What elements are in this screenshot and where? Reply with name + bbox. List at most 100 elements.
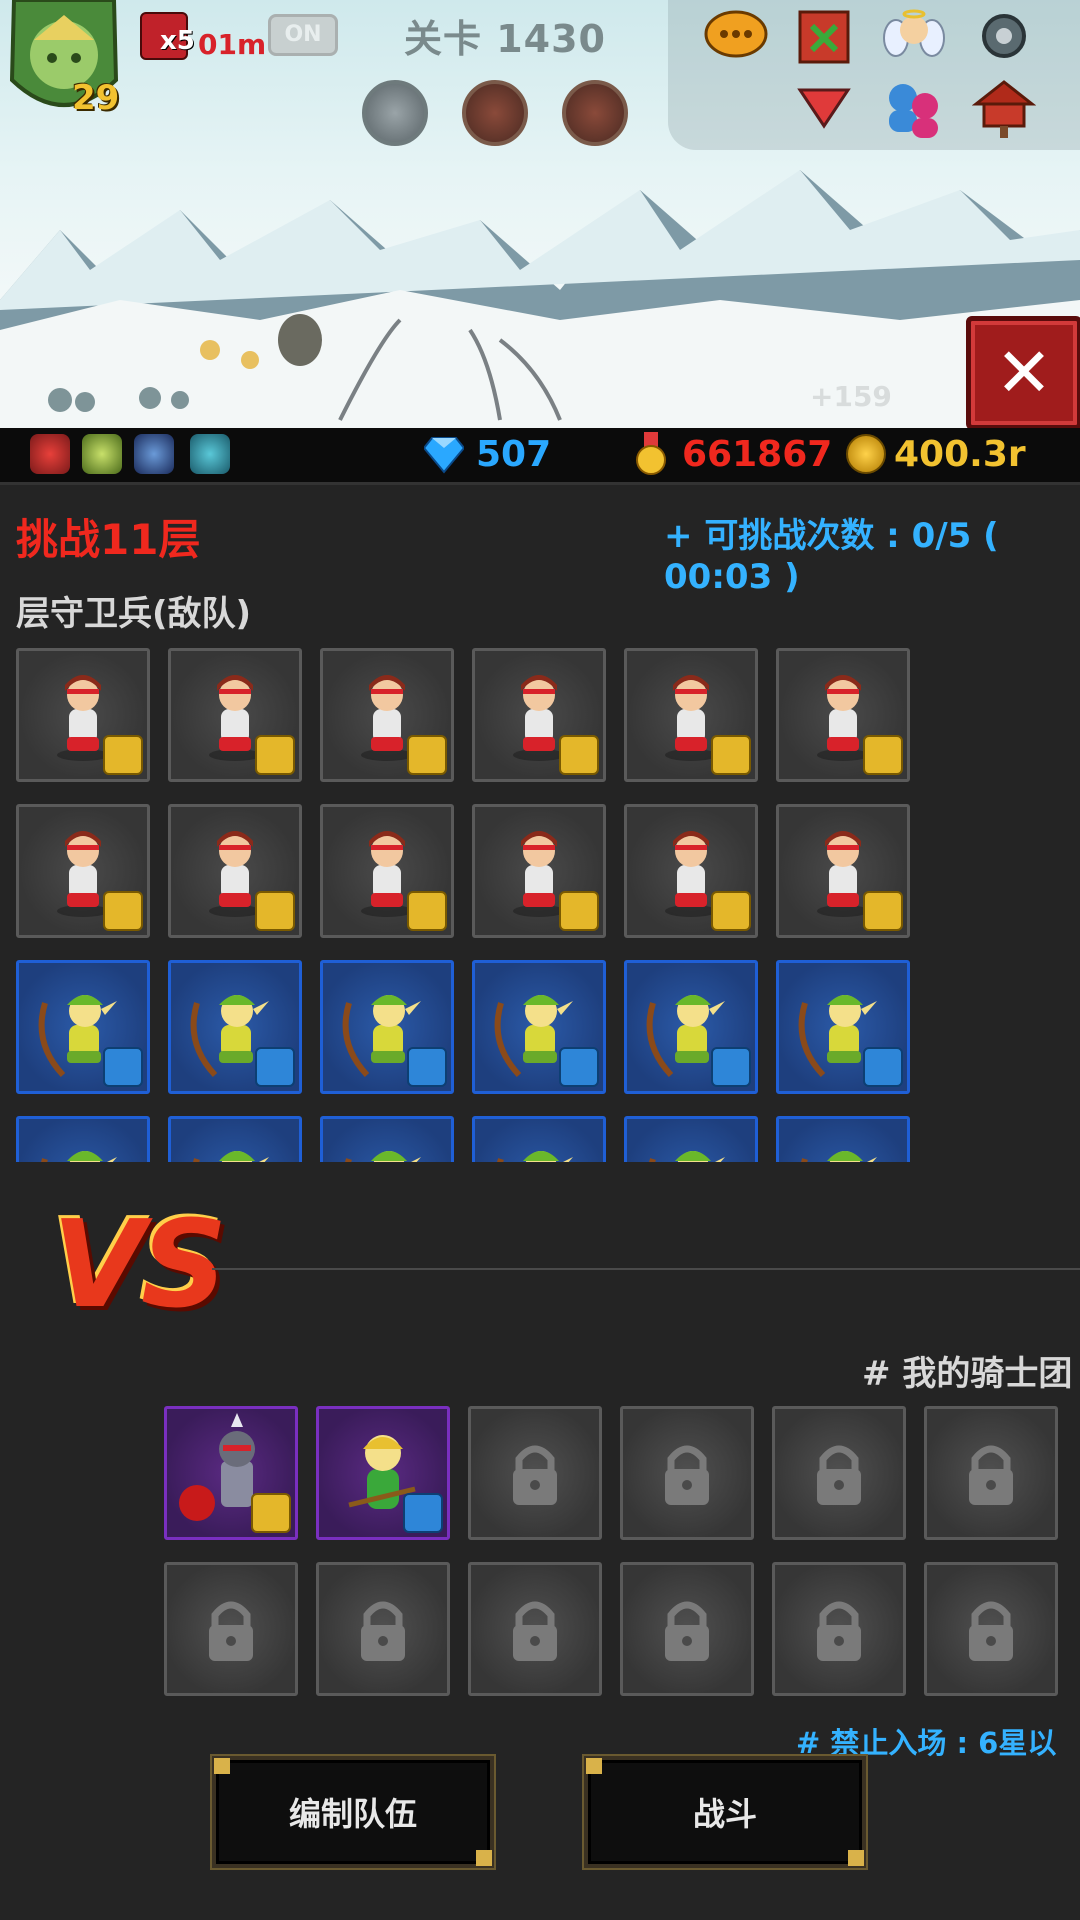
chat-icon[interactable] <box>700 4 772 68</box>
locked-slot[interactable] <box>468 1562 602 1696</box>
friends-icon[interactable] <box>878 76 950 140</box>
hero-slot-magic-elf[interactable] <box>776 1116 910 1162</box>
gold-coin-icon <box>846 434 886 474</box>
sword-class-icon <box>711 891 751 931</box>
locked-slot[interactable] <box>924 1562 1058 1696</box>
stage-title: 关卡 1430 <box>404 17 606 61</box>
close-icon: ✕ <box>995 333 1053 413</box>
button-corner-ornament <box>848 1850 864 1866</box>
hero-slot-magic-elf[interactable] <box>168 960 302 1094</box>
sword-class-icon <box>711 735 751 775</box>
skill-slot-1-icon[interactable] <box>362 80 428 146</box>
hero-slot-magic-elf[interactable] <box>16 960 150 1094</box>
locked-slot[interactable] <box>772 1406 906 1540</box>
locked-slot[interactable] <box>620 1406 754 1540</box>
sword-class-icon <box>251 1493 291 1533</box>
sword-class-icon <box>103 891 143 931</box>
lock-icon <box>817 1601 861 1661</box>
hero-slot-sword-knight[interactable] <box>164 1406 298 1540</box>
team-hero-3-icon[interactable] <box>134 434 174 474</box>
locked-slot[interactable] <box>620 1562 754 1696</box>
sword-class-icon <box>255 735 295 775</box>
locked-slot[interactable] <box>772 1562 906 1696</box>
lock-icon <box>969 1601 1013 1661</box>
hero-slot-sword-red[interactable] <box>776 804 910 938</box>
edit-team-button[interactable]: 编制队伍 <box>212 1756 494 1868</box>
lock-icon <box>665 1601 709 1661</box>
staff-class-icon <box>711 1047 751 1087</box>
staff-class-icon <box>407 1047 447 1087</box>
hero-slot-sword-red[interactable] <box>624 648 758 782</box>
lock-icon <box>513 1445 557 1505</box>
locked-slot[interactable] <box>924 1406 1058 1540</box>
hero-slot-magic-elf[interactable] <box>624 1116 758 1162</box>
locked-slot[interactable] <box>164 1562 298 1696</box>
hero-slot-magic-elf[interactable] <box>472 960 606 1094</box>
medal-icon <box>636 432 666 475</box>
close-button[interactable]: ✕ <box>966 316 1080 428</box>
challenge-floor-title: 挑战11层 <box>16 515 201 564</box>
boost-multiplier: x5 <box>160 26 195 56</box>
lock-icon <box>969 1445 1013 1505</box>
staff-class-icon <box>559 1047 599 1087</box>
my-team-label: # 我的骑士团 <box>862 1354 1073 1394</box>
hero-slot-magic-elf[interactable] <box>16 1116 150 1162</box>
my-team-grid <box>164 1406 1064 1696</box>
guild-banner-icon[interactable] <box>788 4 860 68</box>
hero-slot-sword-red[interactable] <box>168 648 302 782</box>
hero-slot-sword-red[interactable] <box>320 804 454 938</box>
sword-class-icon <box>103 735 143 775</box>
hero-slot-sword-red[interactable] <box>16 804 150 938</box>
sword-class-icon <box>407 891 447 931</box>
magic-elf-hero-icon <box>193 1151 269 1162</box>
magic-elf-hero-icon <box>649 1151 725 1162</box>
hero-slot-sword-red[interactable] <box>776 648 910 782</box>
hero-slot-magic-elf[interactable] <box>168 1116 302 1162</box>
skill-slot-2-icon[interactable] <box>462 80 528 146</box>
hero-slot-sword-red[interactable] <box>472 804 606 938</box>
vs-divider-line <box>212 1268 1080 1270</box>
lock-icon <box>209 1601 253 1661</box>
hero-slot-magic-elf[interactable] <box>776 960 910 1094</box>
mailbox-icon[interactable] <box>968 76 1040 140</box>
team-hero-1-icon[interactable] <box>30 434 70 474</box>
hero-slot-magic-elf[interactable] <box>624 960 758 1094</box>
staff-class-icon <box>863 1047 903 1087</box>
staff-class-icon <box>255 1047 295 1087</box>
magic-elf-hero-icon <box>801 1151 877 1162</box>
locked-slot[interactable] <box>316 1562 450 1696</box>
auto-toggle[interactable]: ON <box>268 14 338 56</box>
hero-slot-sword-red[interactable] <box>168 804 302 938</box>
staff-class-icon <box>103 1047 143 1087</box>
magic-elf-hero-icon <box>345 1151 421 1162</box>
skill-slot-3-icon[interactable] <box>562 80 628 146</box>
hero-slot-sword-red[interactable] <box>320 648 454 782</box>
edit-team-button-label: 编制队伍 <box>288 1795 417 1833</box>
magic-elf-hero-icon <box>41 1151 117 1162</box>
hero-slot-magic-elf[interactable] <box>320 960 454 1094</box>
hero-slot-magic-elf[interactable] <box>320 1116 454 1162</box>
hero-slot-sword-red[interactable] <box>624 804 758 938</box>
hero-slot-magic-elf-archer[interactable] <box>316 1406 450 1540</box>
gem-icon <box>424 437 464 474</box>
resource-bar: 507 661867 400.3r <box>0 428 1080 485</box>
button-corner-ornament <box>214 1758 230 1774</box>
locked-slot[interactable] <box>468 1406 602 1540</box>
staff-class-icon <box>403 1493 443 1533</box>
settings-gear-icon[interactable] <box>968 4 1040 68</box>
hero-slot-magic-elf[interactable] <box>472 1116 606 1162</box>
gem-count: 507 <box>476 434 552 475</box>
team-hero-2-icon[interactable] <box>82 434 122 474</box>
floating-damage-text: +159 <box>810 380 892 413</box>
challenge-attempts-text[interactable]: + 可挑战次数 : 0/5 ( 00:03 ) <box>664 508 1080 597</box>
magic-elf-hero-icon <box>497 1151 573 1162</box>
sword-class-icon <box>407 735 447 775</box>
hero-slot-sword-red[interactable] <box>16 648 150 782</box>
lock-icon <box>665 1445 709 1505</box>
battle-button[interactable]: 战斗 <box>584 1756 866 1868</box>
dropdown-arrow-icon[interactable] <box>788 76 860 140</box>
floor-guard-label: 层守卫兵(敌队) <box>16 594 252 634</box>
angel-icon[interactable] <box>878 4 950 68</box>
team-hero-4-icon[interactable] <box>190 434 230 474</box>
hero-slot-sword-red[interactable] <box>472 648 606 782</box>
